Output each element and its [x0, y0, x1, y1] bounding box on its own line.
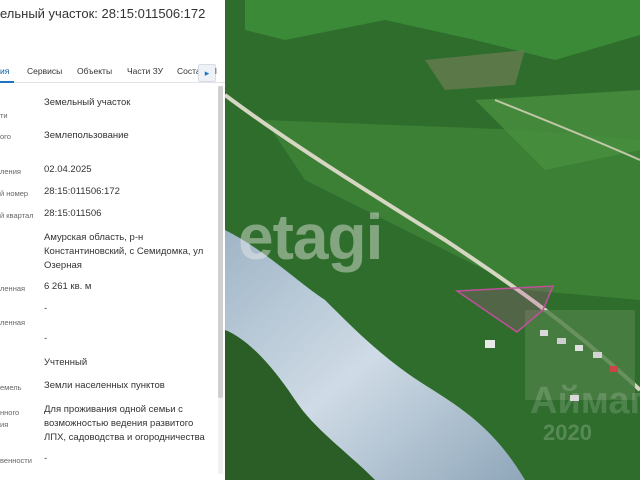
- house: [593, 352, 602, 358]
- watermark-logo: etagi: [238, 201, 383, 273]
- row-value-permitted-use: Для проживания одной семьи с возможность…: [44, 404, 205, 443]
- satellite-map[interactable]: etagi Аймаги 2020: [225, 0, 640, 480]
- house: [575, 345, 583, 351]
- house: [557, 338, 566, 344]
- house: [540, 330, 548, 336]
- row-value-area: 6 261 кв. м: [44, 281, 92, 292]
- tabs-next-button[interactable]: ▸: [198, 64, 216, 82]
- row-label-ownership: венности: [0, 456, 32, 465]
- house: [610, 366, 618, 372]
- row-label-cost-date: ленная: [0, 318, 26, 327]
- info-panel: ельный участок: 28:15:011506:172 ия Серв…: [0, 0, 225, 480]
- row-value-address: Амурская область, р-н Константиновский, …: [44, 232, 204, 271]
- row-value-date: 02.04.2025: [44, 164, 92, 175]
- row-label-cadastral-quarter: й квартал: [0, 211, 34, 220]
- row-value-category: Земли населенных пунктов: [44, 380, 165, 391]
- row-value-ownership: -: [44, 453, 48, 464]
- tab-services[interactable]: Сервисы: [27, 66, 62, 76]
- tab-partial[interactable]: l: [215, 64, 223, 80]
- tab-objects[interactable]: Объекты: [77, 66, 112, 76]
- row-label-permitted-use-2: ия: [0, 420, 9, 429]
- panel-title: ельный участок: 28:15:011506:172: [0, 6, 206, 21]
- watermark-faint: Аймаги: [530, 380, 640, 422]
- watermark-year: 2020: [543, 420, 592, 445]
- tab-bar: ия Сервисы Объекты Части ЗУ Соста: [0, 62, 225, 83]
- row-value-status: Учтенный: [44, 357, 88, 368]
- active-tab-indicator: [0, 81, 14, 83]
- row-label-subtype: ого: [0, 132, 11, 141]
- row-value-extra: -: [44, 333, 48, 344]
- row-value-cost: -: [44, 303, 48, 314]
- house: [485, 340, 495, 348]
- row-label-type: ти: [0, 111, 8, 120]
- row-label-permitted-use: нного: [0, 408, 20, 417]
- tab-info[interactable]: ия: [0, 66, 9, 76]
- tab-parcel-parts[interactable]: Части ЗУ: [127, 66, 163, 76]
- chevron-right-icon: ▸: [204, 68, 210, 78]
- row-value-cadastral-quarter: 28:15:011506: [44, 208, 102, 219]
- row-label-category: емель: [0, 383, 22, 392]
- row-label-area: ленная: [0, 284, 26, 293]
- panel-scrollbar[interactable]: [218, 86, 223, 474]
- row-label-cadastral-number: й номер: [0, 189, 29, 198]
- row-value-cadastral-number: 28:15:011506:172: [44, 186, 120, 197]
- row-value-type: Земельный участок: [44, 97, 131, 108]
- row-label-date: ления: [0, 167, 21, 176]
- panel-scroll-thumb[interactable]: [218, 86, 223, 398]
- row-value-subtype: Землепользование: [44, 130, 129, 141]
